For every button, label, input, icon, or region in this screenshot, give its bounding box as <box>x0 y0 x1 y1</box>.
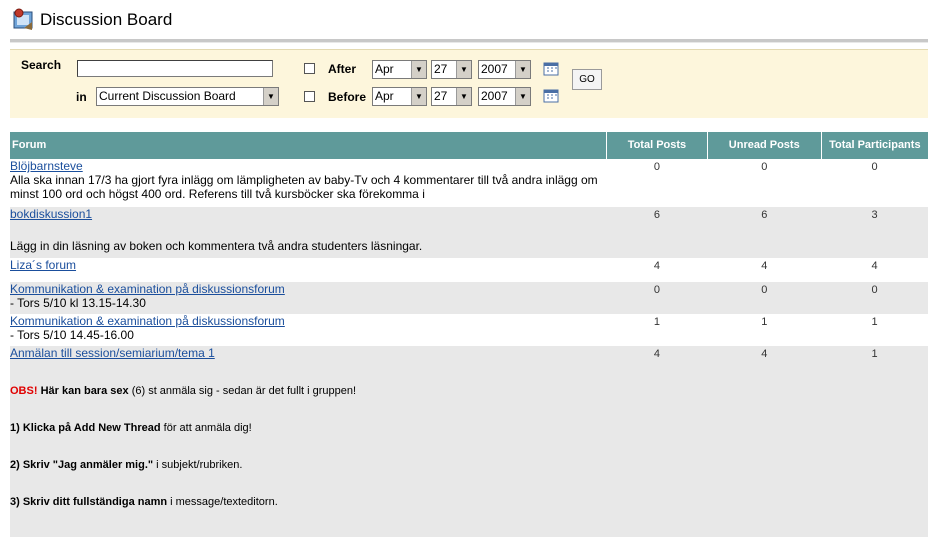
forum-description: - Tors 5/10 kl 13.15-14.30 <box>10 296 146 310</box>
forum-cell: Kommunikation & examination på diskussio… <box>10 314 607 346</box>
after-label: After <box>328 62 357 76</box>
total-posts: 0 <box>606 282 708 314</box>
before-calendar-icon[interactable] <box>543 88 560 103</box>
chevron-down-icon: ▼ <box>411 61 426 78</box>
unread-posts: 4 <box>761 260 768 272</box>
before-month-value: Apr <box>375 89 394 103</box>
after-month-select[interactable]: Apr ▼ <box>372 60 427 79</box>
chevron-down-icon: ▼ <box>456 61 471 78</box>
after-month-value: Apr <box>375 62 394 76</box>
header-total-posts[interactable]: Total Posts <box>606 132 708 159</box>
forum-cell: bokdiskussion1 Lägg in din läsning av bok… <box>10 207 607 258</box>
unread-posts: 0 <box>761 161 768 173</box>
forum-description: Alla ska innan 17/3 ha gjort fyra inlägg… <box>10 173 598 201</box>
unread-posts: 0 <box>707 282 822 314</box>
total-participants: 0 <box>821 282 928 314</box>
forum-instructions: OBS! Här kan bara sex (6) st anmäla sig … <box>10 384 710 532</box>
forum-link[interactable]: Kommunikation & examination på diskussio… <box>10 282 285 296</box>
instruction-line: 2) Skriv "Jag anmäler mig." i subjekt/ru… <box>10 458 710 472</box>
forum-description: - Tors 5/10 14.45-16.00 <box>10 328 134 342</box>
header-divider-shadow <box>10 42 928 43</box>
instruction-bold: 3) Skriv ditt fullständiga namn <box>10 496 168 508</box>
total-posts: 4 <box>606 346 708 362</box>
search-label: Search <box>21 58 62 72</box>
unread-posts: 6 <box>707 207 822 258</box>
instruction-text: (6) st anmäla sig - sedan är det fullt i… <box>131 385 357 397</box>
chevron-down-icon: ▼ <box>263 88 278 105</box>
before-year-value: 2007 <box>481 89 508 103</box>
total-participants: 3 <box>821 207 928 258</box>
table-row: Kommunikation & examination på diskussio… <box>10 282 928 314</box>
forum-link[interactable]: Blöjbarnsteve <box>10 159 83 173</box>
go-button[interactable]: GO <box>572 69 602 90</box>
table-header-row: Forum Total Posts Unread Posts Total Par… <box>10 132 928 159</box>
total-posts: 6 <box>606 207 708 258</box>
chevron-down-icon: ▼ <box>456 88 471 105</box>
chevron-down-icon: ▼ <box>411 88 426 105</box>
table-row: Blöjbarnsteve Alla ska innan 17/3 ha gjor… <box>10 159 928 207</box>
instruction-text: i message/texteditorn. <box>170 496 278 508</box>
forum-link[interactable]: bokdiskussion1 <box>10 207 92 221</box>
before-day-value: 27 <box>434 89 448 103</box>
chevron-down-icon: ▼ <box>515 61 530 78</box>
forum-table: Forum Total Posts Unread Posts Total Par… <box>10 132 928 362</box>
table-row: Liza´s forum 4 4 4 <box>10 258 928 282</box>
total-posts: 1 <box>653 316 660 328</box>
instruction-line: 3) Skriv ditt fullständiga namn i messag… <box>10 495 710 509</box>
instruction-text: i subjekt/rubriken. <box>156 459 243 471</box>
instruction-text: för att anmäla dig! <box>163 422 252 434</box>
total-participants: 1 <box>821 346 928 362</box>
after-day-value: 27 <box>434 62 448 76</box>
total-participants: 0 <box>871 161 878 173</box>
total-posts: 0 <box>653 161 660 173</box>
before-month-select[interactable]: Apr ▼ <box>372 87 427 106</box>
forum-cell: Anmälan till session/semiarium/tema 1 <box>10 346 607 362</box>
page-title: Discussion Board <box>40 10 173 29</box>
after-calendar-icon[interactable] <box>543 61 560 76</box>
unread-posts: 4 <box>707 346 822 362</box>
search-input[interactable] <box>77 60 273 77</box>
total-posts: 4 <box>653 260 660 272</box>
chevron-down-icon: ▼ <box>515 88 530 105</box>
after-year-select[interactable]: 2007 ▼ <box>478 60 531 79</box>
page-header: Discussion Board <box>10 6 172 34</box>
instruction-line: OBS! Här kan bara sex (6) st anmäla sig … <box>10 384 710 398</box>
forum-description: Lägg in din läsning av boken och komment… <box>10 239 423 253</box>
forum-cell: Kommunikation & examination på diskussio… <box>10 282 607 314</box>
instruction-bold: 1) Klicka på Add New Thread <box>10 422 161 434</box>
after-day-select[interactable]: 27 ▼ <box>431 60 472 79</box>
discussion-board-icon <box>13 8 33 30</box>
obs-label: OBS! <box>10 385 38 397</box>
instruction-bold: 2) Skriv "Jag anmäler mig." <box>10 459 154 471</box>
header-unread-posts[interactable]: Unread Posts <box>706 132 822 159</box>
in-label: in <box>76 90 87 104</box>
header-total-participants[interactable]: Total Participants <box>820 132 928 159</box>
instruction-line: 1) Klicka på Add New Thread för att anmä… <box>10 421 710 435</box>
forum-cell: Liza´s forum <box>10 258 607 282</box>
forum-link[interactable]: Kommunikation & examination på diskussio… <box>10 314 285 328</box>
before-label: Before <box>328 90 367 104</box>
unread-posts: 1 <box>761 316 768 328</box>
header-forum[interactable]: Forum <box>10 132 607 159</box>
table-row: Anmälan till session/semiarium/tema 1 4 … <box>10 346 928 362</box>
total-participants: 1 <box>871 316 878 328</box>
after-checkbox[interactable] <box>304 63 315 74</box>
table-row: bokdiskussion1 Lägg in din läsning av bok… <box>10 207 928 258</box>
after-year-value: 2007 <box>481 62 508 76</box>
before-checkbox[interactable] <box>304 91 315 102</box>
instruction-bold: Här kan bara sex <box>40 385 129 397</box>
before-day-select[interactable]: 27 ▼ <box>431 87 472 106</box>
before-year-select[interactable]: 2007 ▼ <box>478 87 531 106</box>
forum-link[interactable]: Anmälan till session/semiarium/tema 1 <box>10 346 215 360</box>
forum-link[interactable]: Liza´s forum <box>10 258 76 272</box>
forum-cell: Blöjbarnsteve Alla ska innan 17/3 ha gjor… <box>10 159 607 207</box>
table-row: Kommunikation & examination på diskussio… <box>10 314 928 346</box>
scope-select-value: Current Discussion Board <box>99 89 236 103</box>
total-participants: 4 <box>871 260 878 272</box>
scope-select[interactable]: Current Discussion Board ▼ <box>96 87 279 106</box>
